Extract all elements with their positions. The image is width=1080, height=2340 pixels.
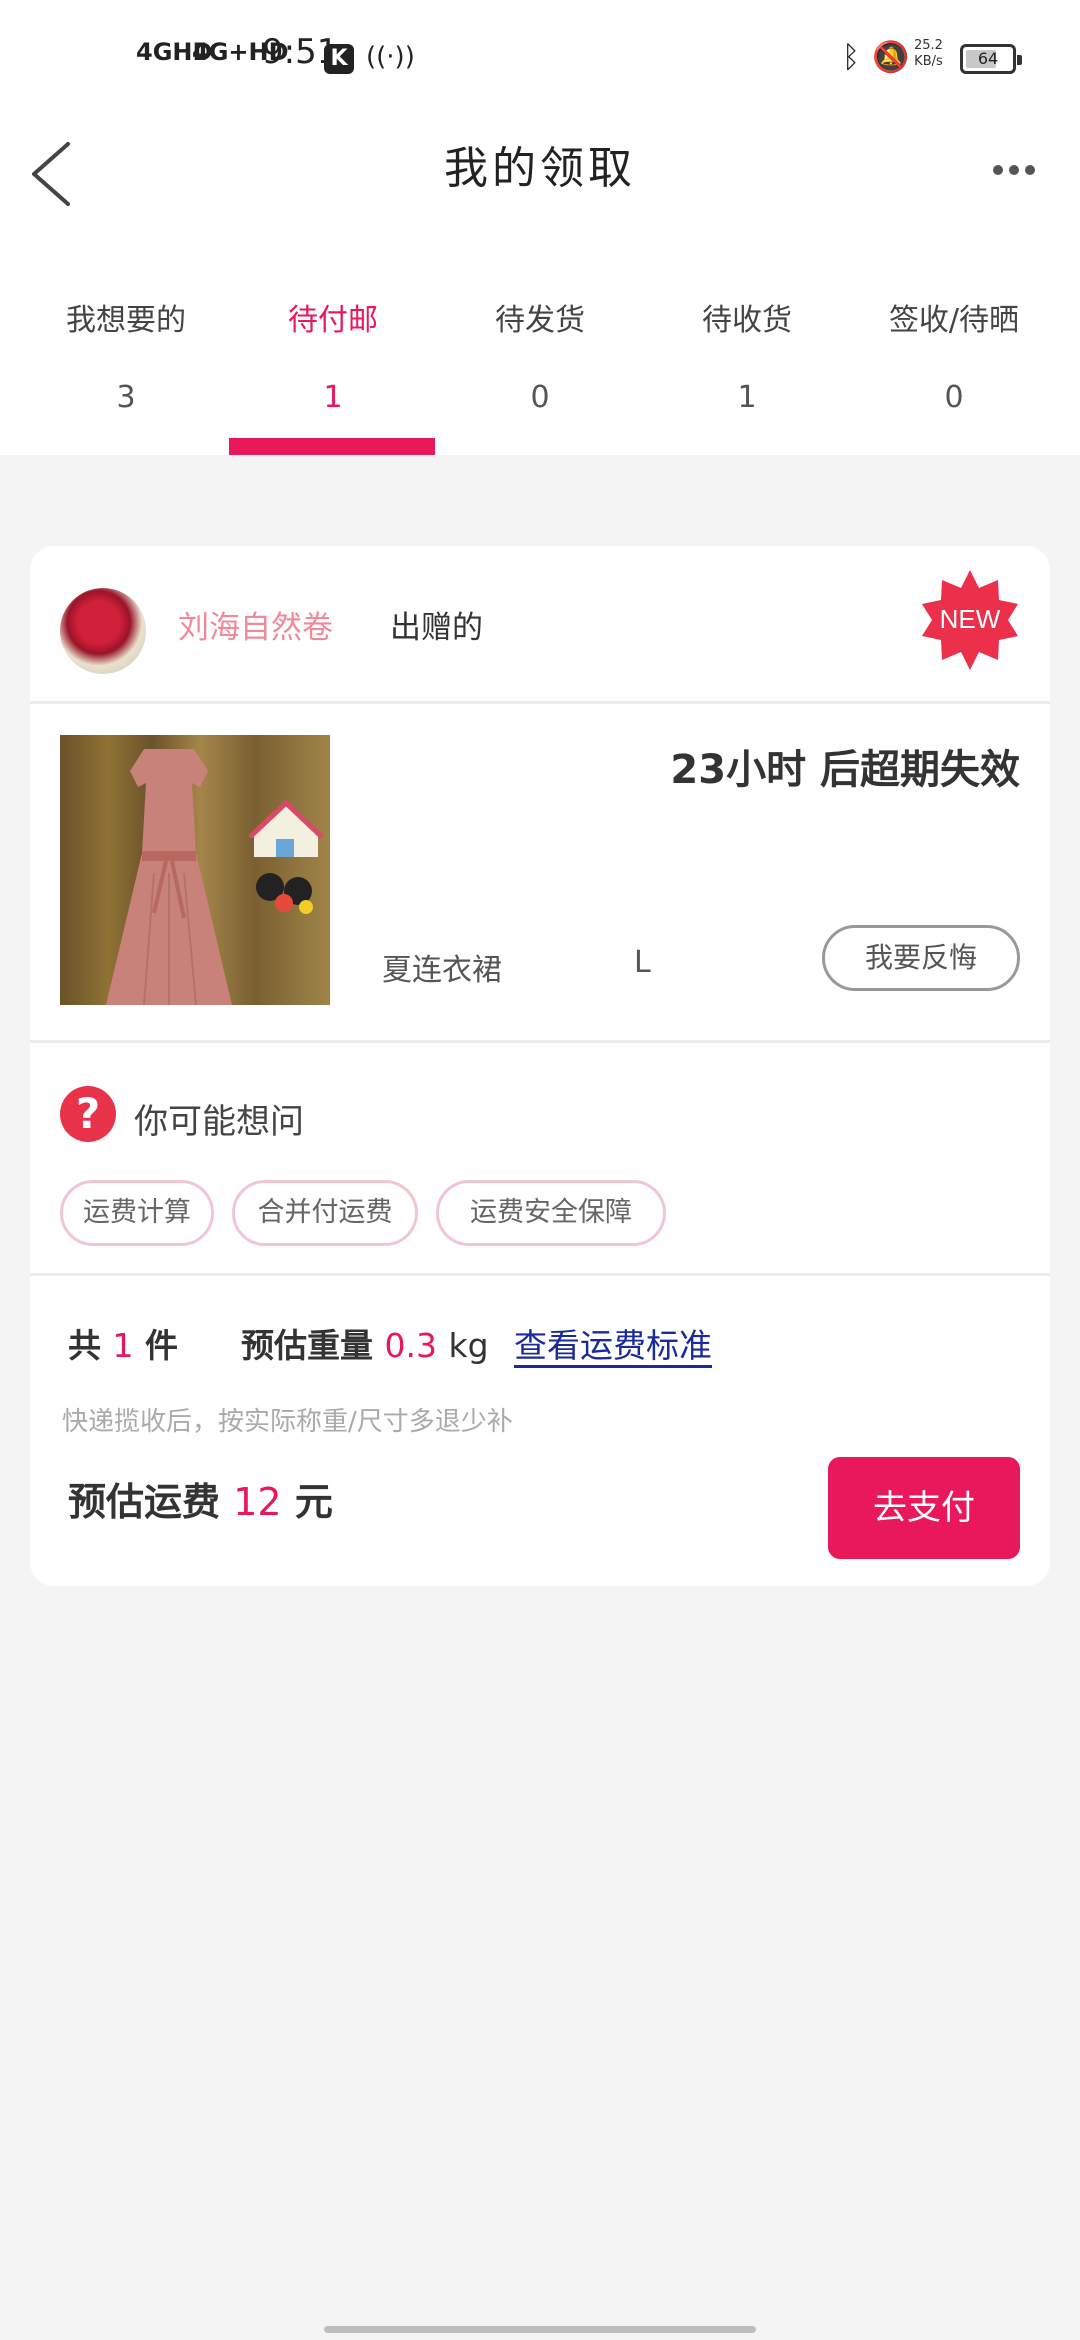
mute-icon: 🔕 — [872, 40, 910, 75]
hotspot-icon: ((·)) — [366, 42, 415, 72]
tab-label: 待付邮 — [288, 303, 378, 338]
tab-pending-receipt[interactable]: 待收货 1 — [643, 240, 851, 455]
pay-button[interactable]: 去支付 — [828, 1457, 1020, 1559]
fee-unit: 元 — [294, 1480, 333, 1524]
estimated-fee-line: 预估运费 12 元 — [68, 1471, 333, 1526]
order-card: 刘海自然卷 出赠的 NEW 23小时 后超期失效 夏连衣裙 L 我要反悔 ? 你… — [30, 546, 1050, 1586]
tab-count: 1 — [323, 380, 343, 415]
product-name: 夏连衣裙 — [382, 953, 502, 988]
fee-value: 12 — [233, 1480, 282, 1524]
product-row: 23小时 后超期失效 夏连衣裙 L 我要反悔 — [30, 707, 1050, 1043]
expire-countdown: 23小时 后超期失效 — [670, 747, 1020, 793]
item-count: 1 — [112, 1326, 134, 1365]
tab-signed[interactable]: 签收/待晒 0 — [850, 240, 1058, 455]
faq-chip-shipping-protection[interactable]: 运费安全保障 — [436, 1180, 666, 1246]
tab-count: 0 — [530, 380, 550, 415]
new-badge: NEW — [922, 570, 1018, 670]
weight-note: 快递揽收后，按实际称重/尺寸多退少补 — [62, 1407, 513, 1437]
page-title: 我的领取 — [444, 143, 636, 194]
dress-illustration — [106, 749, 232, 1005]
speed-value: 25.2 — [914, 38, 943, 53]
more-dots-icon — [1025, 165, 1035, 175]
bluetooth-icon: ᛒ — [842, 40, 860, 75]
giver-suffix: 出赠的 — [390, 610, 483, 646]
faq-chip-merge-shipping[interactable]: 合并付运费 — [232, 1180, 418, 1246]
product-size: L — [634, 945, 651, 980]
item-count-unit: 件 — [145, 1326, 178, 1365]
more-dots-icon — [1009, 165, 1019, 175]
active-tab-indicator — [229, 438, 435, 455]
faq-chip-shipping-calc[interactable]: 运费计算 — [60, 1180, 214, 1246]
regret-button[interactable]: 我要反悔 — [822, 925, 1020, 991]
fee-label: 预估运费 — [68, 1480, 221, 1524]
product-image[interactable] — [60, 735, 330, 1005]
home-indicator[interactable] — [324, 2326, 756, 2333]
giver-name[interactable]: 刘海自然卷 — [178, 602, 333, 647]
more-dots-icon — [993, 165, 1003, 175]
wall-decoration — [248, 799, 324, 914]
faq-section: ? 你可能想问 运费计算 合并付运费 运费安全保障 — [30, 1046, 1050, 1276]
weight-value: 0.3 — [384, 1326, 437, 1365]
network-speed: 25.2 KB/s — [914, 38, 943, 70]
weight-label: 预估重量 — [241, 1326, 373, 1365]
tab-count: 3 — [116, 380, 136, 415]
app-notification-icon: K — [324, 44, 354, 74]
tab-pending-shipment[interactable]: 待发货 0 — [436, 240, 644, 455]
tab-label: 我想要的 — [66, 303, 186, 338]
status-tabs: 我想要的 3 待付邮 1 待发货 0 待收货 1 签收/待晒 0 — [0, 240, 1080, 455]
tab-label: 待发货 — [495, 303, 585, 338]
giver-row: 刘海自然卷 出赠的 NEW — [30, 546, 1050, 704]
more-button[interactable] — [990, 160, 1050, 190]
tab-pending-postage[interactable]: 待付邮 1 — [229, 240, 437, 455]
weight-unit: kg — [448, 1326, 489, 1365]
tab-label: 签收/待晒 — [888, 303, 1020, 338]
tab-label: 待收货 — [702, 303, 792, 338]
shipping-standard-link[interactable]: 查看运费标准 — [514, 1326, 713, 1368]
battery-tip — [1017, 55, 1022, 65]
avatar[interactable] — [60, 588, 146, 674]
total-prefix: 共 — [68, 1326, 101, 1365]
payment-summary: 共 1 件 预估重量 0.3 kg 查看运费标准 快递揽收后，按实际称重/尺寸多… — [30, 1279, 1050, 1586]
tab-want[interactable]: 我想要的 3 — [22, 240, 230, 455]
tab-count: 0 — [944, 380, 964, 415]
tab-count: 1 — [737, 380, 757, 415]
new-badge-label: NEW — [940, 604, 1001, 634]
top-app-bar: 我的领取 — [0, 110, 1080, 240]
speed-unit: KB/s — [914, 54, 943, 69]
status-bar: 4GHD 4G+HD 9:51 K ((·)) ᛒ 🔕 25.2 KB/s 64 — [0, 0, 1080, 110]
battery-level: 64 — [977, 49, 999, 68]
item-weight-line: 共 1 件 预估重量 0.3 kg 查看运费标准 — [68, 1319, 713, 1368]
question-icon: ? — [60, 1086, 116, 1142]
battery-icon: 64 — [960, 44, 1022, 74]
faq-title: 你可能想问 — [134, 1102, 304, 1142]
